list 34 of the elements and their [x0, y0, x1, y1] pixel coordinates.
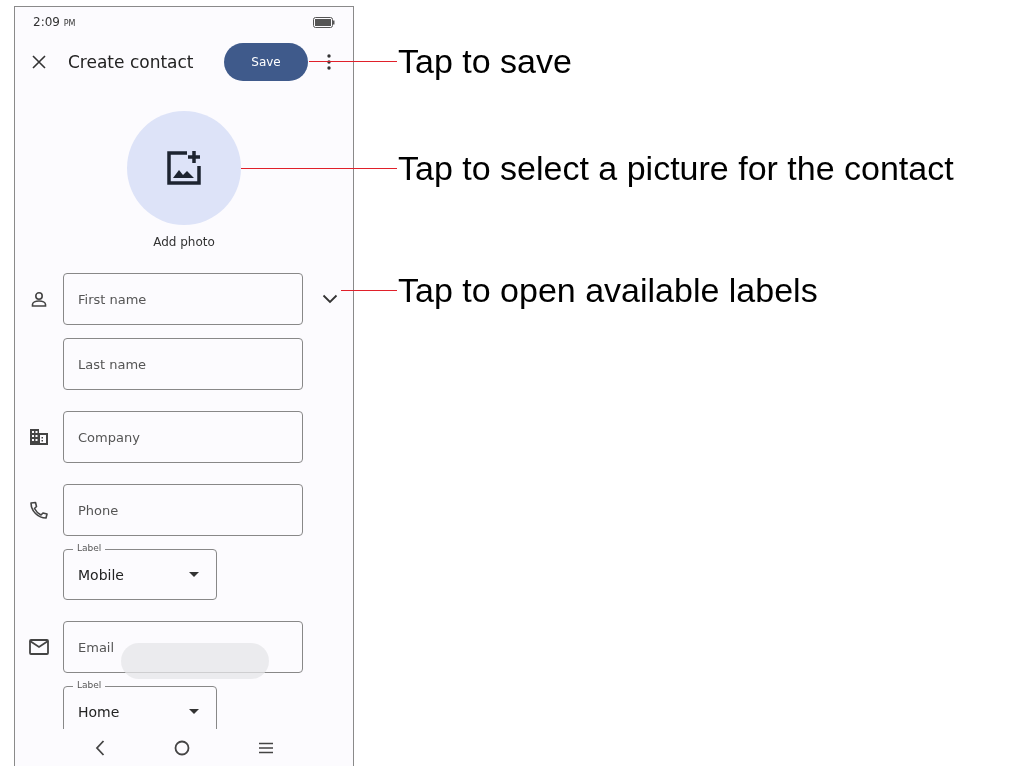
- text-field[interactable]: Company: [63, 411, 303, 463]
- more-icon[interactable]: [327, 54, 331, 70]
- screen-title: Create contact: [68, 52, 195, 72]
- text-field[interactable]: Phone: [63, 484, 303, 536]
- dropdown-arrow-icon: [189, 709, 199, 714]
- home-icon[interactable]: [174, 740, 190, 756]
- mail-icon: [29, 639, 49, 655]
- phone-icon: [29, 500, 49, 520]
- save-button[interactable]: Save: [224, 43, 308, 81]
- text-field[interactable]: First name: [63, 273, 303, 325]
- person-icon: [31, 291, 47, 307]
- building-icon: [29, 428, 49, 446]
- dropdown-label: Label: [73, 543, 106, 553]
- add-image-icon: [166, 150, 202, 186]
- callout-text: Tap to select a picture for the contact: [397, 148, 954, 188]
- battery-icon: [313, 16, 335, 28]
- status-time: 2:09 PM: [33, 15, 76, 29]
- add-photo-label: Add photo: [152, 235, 216, 249]
- dropdown-label: Label: [73, 680, 106, 690]
- back-icon[interactable]: [95, 740, 106, 756]
- text-input[interactable]: Company: [64, 429, 278, 445]
- close-icon[interactable]: [32, 55, 46, 69]
- text-input[interactable]: Phone: [64, 502, 278, 518]
- chevron-down-icon[interactable]: [322, 294, 338, 304]
- menu-icon[interactable]: [258, 742, 273, 754]
- text-input[interactable]: Last name: [64, 356, 278, 372]
- callout-text: Tap to save: [397, 41, 572, 81]
- leader-line: [341, 289, 397, 291]
- text-input[interactable]: First name: [64, 291, 278, 307]
- callout-text: Tap to open available labels: [397, 270, 818, 310]
- text-field[interactable]: Last name: [63, 338, 303, 390]
- dropdown-value: Home: [78, 703, 120, 720]
- dropdown-arrow-icon: [189, 572, 199, 577]
- dropdown-value: Mobile: [78, 566, 124, 583]
